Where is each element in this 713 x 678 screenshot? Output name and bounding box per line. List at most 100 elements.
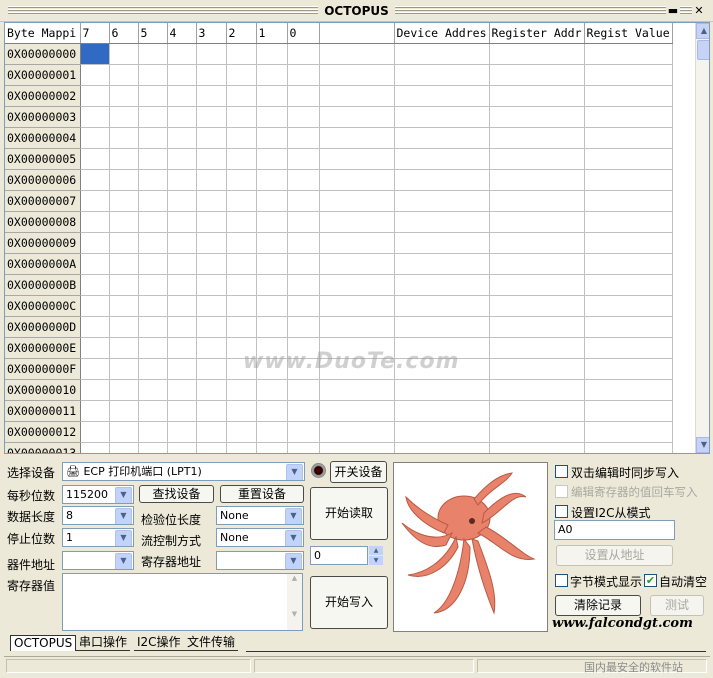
grid-cell[interactable] [226, 316, 257, 338]
grid-cell[interactable] [167, 148, 197, 170]
grid-cell[interactable] [584, 421, 673, 443]
grid-cell[interactable] [319, 169, 395, 191]
grid-cell[interactable] [167, 358, 197, 380]
grid-cell[interactable] [138, 274, 168, 296]
grid-cell[interactable] [138, 337, 168, 359]
column-header[interactable]: 7 [80, 23, 110, 44]
grid-cell[interactable] [319, 232, 395, 254]
grid-cell[interactable] [196, 442, 227, 453]
grid-cell[interactable] [319, 316, 395, 338]
grid-cell[interactable] [287, 400, 320, 422]
grid-cell[interactable] [489, 106, 585, 128]
grid-cell[interactable] [109, 316, 139, 338]
grid-cell[interactable] [167, 400, 197, 422]
grid-cell[interactable] [226, 253, 257, 275]
grid-cell[interactable] [226, 85, 257, 107]
chevron-down-icon[interactable]: ▼ [285, 530, 302, 546]
grid-cell[interactable] [138, 211, 168, 233]
scroll-down-icon[interactable]: ▼ [696, 437, 709, 453]
grid-cell[interactable] [80, 148, 110, 170]
grid-cell[interactable] [584, 442, 673, 453]
grid-cell[interactable] [287, 274, 320, 296]
grid-cell[interactable] [109, 148, 139, 170]
test-button[interactable]: 测试 [650, 595, 704, 616]
grid-cell[interactable] [226, 43, 257, 65]
grid-cell[interactable] [80, 442, 110, 453]
grid-cell[interactable] [287, 169, 320, 191]
grid-cell[interactable] [256, 127, 288, 149]
grid-cell[interactable] [287, 421, 320, 443]
grid-cell[interactable] [167, 106, 197, 128]
chevron-down-icon[interactable]: ▼ [115, 530, 132, 546]
grid-cell[interactable] [196, 232, 227, 254]
grid-cell[interactable] [196, 190, 227, 212]
grid-cell[interactable] [80, 85, 110, 107]
grid-cell[interactable] [109, 379, 139, 401]
grid-cell[interactable] [109, 190, 139, 212]
grid-cell[interactable] [196, 379, 227, 401]
spinner-input[interactable]: 0 [310, 546, 368, 565]
grid-cell[interactable] [167, 337, 197, 359]
grid-cell[interactable] [80, 337, 110, 359]
column-header[interactable]: 0 [287, 23, 320, 44]
grid-cell[interactable] [109, 274, 139, 296]
column-header[interactable]: 6 [109, 23, 139, 44]
grid-cell[interactable] [394, 274, 490, 296]
grid-cell[interactable] [256, 421, 288, 443]
chevron-down-icon[interactable]: ▼ [285, 508, 302, 524]
grid-cell[interactable] [80, 190, 110, 212]
grid-cell[interactable] [394, 190, 490, 212]
grid-cell[interactable] [584, 64, 673, 86]
grid-cell[interactable] [226, 442, 257, 453]
tab-octopus[interactable]: OCTOPUS [10, 635, 77, 651]
chevron-down-icon[interactable]: ▼ [115, 508, 132, 524]
grid-cell[interactable] [167, 85, 197, 107]
grid-cell[interactable] [287, 442, 320, 453]
grid-cell[interactable] [394, 232, 490, 254]
grid-cell[interactable] [109, 400, 139, 422]
grid-cell[interactable] [287, 106, 320, 128]
grid-cell[interactable] [167, 211, 197, 233]
grid-cell[interactable] [584, 169, 673, 191]
grid-cell[interactable] [80, 379, 110, 401]
grid-cell[interactable] [319, 64, 395, 86]
grid-cell[interactable] [196, 358, 227, 380]
grid-cell[interactable] [319, 190, 395, 212]
grid-cell[interactable] [256, 400, 288, 422]
register-grid[interactable]: Byte Mappi 7 6 5 4 3 2 1 0 Device Addres Register … [4, 22, 710, 454]
device-address-select[interactable]: ▼ [62, 551, 134, 570]
grid-cell[interactable] [109, 211, 139, 233]
grid-cell[interactable] [80, 358, 110, 380]
grid-cell[interactable] [287, 211, 320, 233]
grid-cell[interactable] [196, 400, 227, 422]
grid-cell[interactable] [226, 127, 257, 149]
grid-cell[interactable] [489, 85, 585, 107]
grid-cell[interactable] [489, 400, 585, 422]
grid-cell[interactable] [196, 169, 227, 191]
grid-cell[interactable] [394, 85, 490, 107]
grid-cell[interactable] [489, 43, 585, 65]
minimize-button[interactable]: ▬ [666, 4, 680, 18]
grid-cell[interactable] [256, 211, 288, 233]
grid-cell[interactable] [167, 43, 197, 65]
grid-cell[interactable] [489, 169, 585, 191]
grid-cell[interactable] [196, 85, 227, 107]
grid-cell[interactable] [394, 295, 490, 317]
scroll-up-icon[interactable]: ▲ [696, 23, 709, 39]
grid-cell[interactable] [109, 442, 139, 453]
grid-cell[interactable] [319, 442, 395, 453]
grid-cell[interactable] [287, 316, 320, 338]
grid-cell[interactable] [196, 295, 227, 317]
grid-cell[interactable] [256, 43, 288, 65]
grid-cell[interactable] [256, 148, 288, 170]
grid-cell[interactable] [80, 106, 110, 128]
grid-cell[interactable] [138, 316, 168, 338]
tab-i2c[interactable]: I2C操作 [134, 635, 184, 651]
grid-cell[interactable] [584, 358, 673, 380]
grid-cell[interactable] [256, 379, 288, 401]
grid-cell[interactable] [109, 169, 139, 191]
grid-cell[interactable] [287, 295, 320, 317]
grid-cell[interactable] [489, 358, 585, 380]
grid-cell[interactable] [226, 190, 257, 212]
grid-cell[interactable] [109, 421, 139, 443]
